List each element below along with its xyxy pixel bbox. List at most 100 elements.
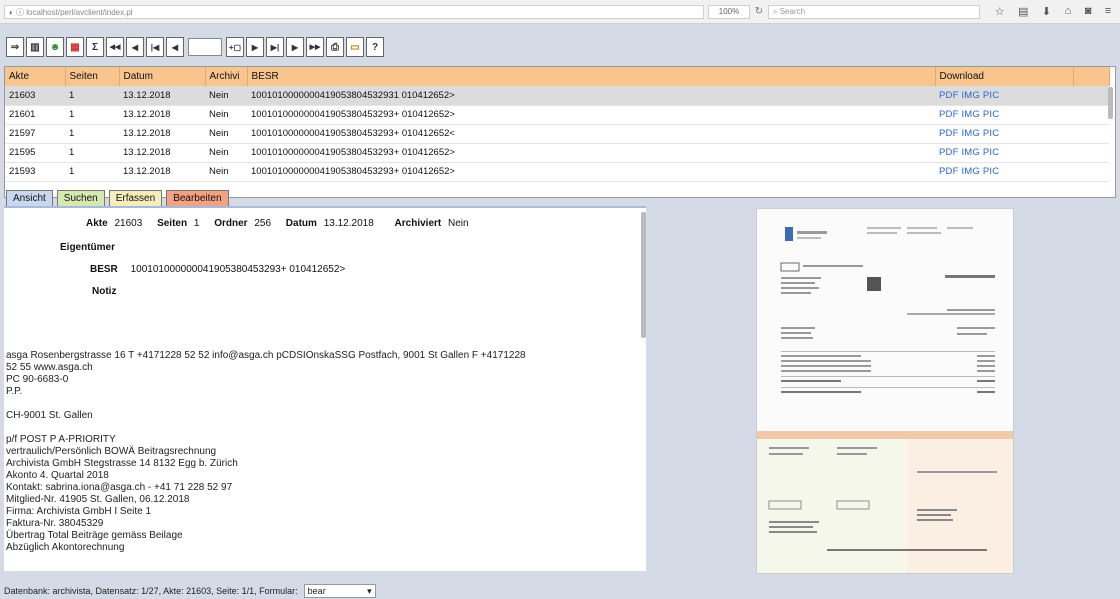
next-record-button[interactable]: ▶ [286,37,304,57]
cell-seiten: 1 [65,143,119,163]
help-button[interactable]: ? [366,37,384,57]
cell-datum: 13.12.2018 [119,143,205,163]
menu-icon[interactable]: ≡ [1105,5,1111,19]
star-icon[interactable]: ☆ [995,5,1005,19]
first-page-button[interactable]: |◀ [146,37,164,57]
download-icon[interactable]: ⬇ [1042,5,1051,19]
prev-page-button[interactable]: ◀ [166,37,184,57]
cell-datum: 13.12.2018 [119,86,205,106]
cell-archiv: Nein [205,86,247,106]
ocr-line [6,398,636,410]
cell-seiten: 1 [65,124,119,144]
info-icon[interactable]: ◐ ⓘ [9,8,26,17]
table-row[interactable]: 21601 1 13.12.2018 Nein 1001010000000419… [5,105,1109,125]
prev-record-button[interactable]: ◀ [126,37,144,57]
ocr-line: Übertrag Total Beiträge gemäss Beilage [6,530,183,541]
cell-akte: 21597 [5,124,65,144]
search-placeholder: Search [779,7,806,16]
document-preview-image[interactable] [756,208,1014,574]
column-header-besr[interactable]: BESR [247,67,936,86]
cell-extra [1073,105,1109,125]
sum-button[interactable]: Σ [86,37,104,57]
detail-scrollbar[interactable] [641,212,646,338]
status-text: Datenbank: archivista, Datensatz: 1/27, … [4,586,298,596]
cell-akte: 21593 [5,162,65,182]
download-links[interactable]: PDF IMG PIC [935,105,1073,125]
last-page-button[interactable]: ▶| [266,37,284,57]
page-number-input[interactable] [188,38,222,56]
cell-archiv: Nein [205,143,247,163]
status-bar: Datenbank: archivista, Datensatz: 1/27, … [4,584,376,598]
print-button[interactable]: ⎙ [326,37,344,57]
form-select[interactable]: bear ▾ [303,584,376,598]
cell-archiv: Nein [205,162,247,182]
first-record-button[interactable]: ◀◀ [106,37,124,57]
home-icon[interactable]: ⌂ [1065,5,1072,19]
cell-extra [1073,124,1109,144]
column-header-akte[interactable]: Akte [5,67,66,86]
detail-panel: Akte 21603 Seiten 1 Ordner 256 Datum 13.… [4,206,646,571]
form-select-value: bear [307,586,326,596]
cell-seiten: 1 [65,162,119,182]
search-icon: ⌕ [773,7,780,16]
document-button[interactable]: ▦ [66,37,84,57]
invoice-scan-illustration [757,209,1013,573]
cell-datum: 13.12.2018 [119,105,205,125]
column-header-datum[interactable]: Datum [119,67,206,86]
view-layout-button[interactable]: ▥ [26,37,44,57]
cell-datum: 13.12.2018 [119,162,205,182]
reader-icon[interactable]: ▤ [1018,5,1028,19]
besr-row: BESR 100101000000041905380453293+ 010412… [90,264,345,275]
table-row[interactable]: 21597 1 13.12.2018 Nein 1001010000000419… [5,124,1109,144]
table-row[interactable]: 21593 1 13.12.2018 Nein 1001010000000419… [5,162,1109,182]
ocr-line: Faktura-Nr. 38045329 [6,518,104,529]
add-page-button[interactable]: +▢ [226,37,244,57]
pocket-icon[interactable]: ◙ [1085,5,1092,19]
cell-archiv: Nein [205,124,247,144]
new-record-button[interactable]: ⇒ [6,37,24,57]
ocr-line: p/f POST P A-PRIORITY [6,434,116,445]
cell-extra [1073,143,1109,163]
besr-label: BESR [90,264,118,275]
download-links[interactable]: PDF IMG PIC [935,162,1073,182]
archiviert-label: Archiviert [394,218,442,229]
url-bar[interactable]: ◐ ⓘ localhost/perl/avclient/index.pl [4,5,704,19]
download-links[interactable]: PDF IMG PIC [935,143,1073,163]
download-links[interactable]: PDF IMG PIC [935,86,1073,106]
cell-besr: 100101000000041905380453293+ 010412652> [247,105,935,125]
ocr-text: asga Rosenbergstrasse 16 T +4171228 52 5… [6,350,636,554]
cell-extra [1073,162,1109,182]
next-page-button[interactable]: ▶ [246,37,264,57]
open-folder-button[interactable]: ▭ [346,37,364,57]
ocr-line: Firma: Archivista GmbH I Seite 1 [6,506,152,517]
zoom-indicator[interactable]: 100% [708,5,750,19]
column-header-download[interactable]: Download [935,67,1074,86]
cell-seiten: 1 [65,105,119,125]
records-table: Akte Seiten Datum Archivi BESR Download … [4,66,1116,198]
table-scrollbar[interactable] [1108,87,1113,119]
download-links[interactable]: PDF IMG PIC [935,124,1073,144]
last-record-button[interactable]: ▶▶ [306,37,324,57]
akte-value: 21603 [114,218,143,229]
ocr-line: Kontakt: sabrina.iona@asga.ch - +41 71 2… [6,482,233,493]
cell-besr: 100101000000041905380453293+ 010412652> [247,143,935,163]
column-header-archiviert[interactable]: Archivi [205,67,248,86]
cell-akte: 21601 [5,105,65,125]
ocr-line: vertraulich/Persönlich BOWÄ Beitragsrech… [6,446,217,457]
cell-archiv: Nein [205,105,247,125]
browser-search-input[interactable]: ⌕ Search [768,5,980,19]
app-area: ⇒ ▥ ☻ ▦ Σ ◀◀ ◀ |◀ ◀ +▢ ▶ ▶| ▶ ▶▶ ⎙ ▭ ? A… [0,24,1120,599]
cell-akte: 21595 [5,143,65,163]
table-row[interactable]: 21595 1 13.12.2018 Nein 1001010000000419… [5,143,1109,163]
table-row[interactable]: 21603 1 13.12.2018 Nein 1001010000000419… [5,86,1109,106]
browser-icons: ☆ ▤ ⬇ ⌂ ◙ ≡ [988,5,1118,19]
reload-icon[interactable]: ↻ [752,5,766,19]
ocr-line: Akonto 4. Quartal 2018 [6,470,109,481]
browser-toolbar: ◐ ⓘ localhost/perl/avclient/index.pl 100… [0,0,1120,24]
user-button[interactable]: ☻ [46,37,64,57]
ocr-line: P.P. [6,386,23,397]
akte-label: Akte [86,218,108,229]
eigentuemer-label: Eigentümer [60,242,116,253]
datum-label: Datum [285,218,317,229]
column-header-seiten[interactable]: Seiten [65,67,120,86]
